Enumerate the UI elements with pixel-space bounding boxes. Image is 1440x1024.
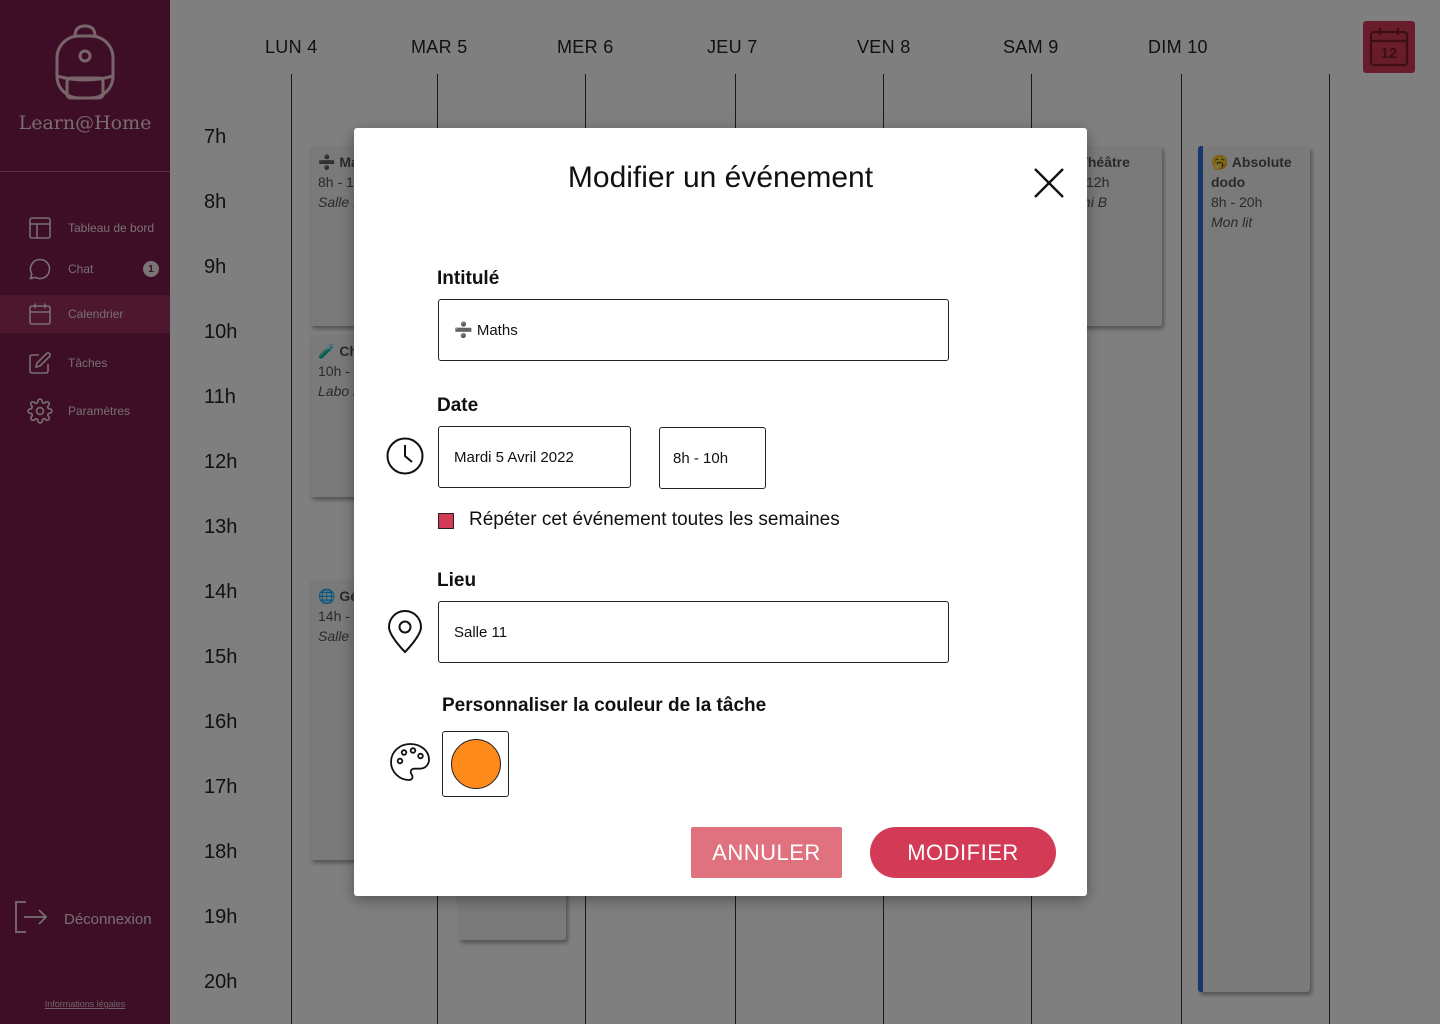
close-button[interactable] bbox=[1032, 166, 1066, 200]
place-input[interactable]: Salle 11 bbox=[438, 601, 949, 663]
repeat-label[interactable]: Répéter cet événement toutes les semaine… bbox=[469, 509, 840, 531]
repeat-checkbox[interactable] bbox=[438, 513, 454, 529]
title-label: Intitulé bbox=[437, 268, 500, 289]
cancel-button[interactable]: ANNULER bbox=[691, 827, 842, 878]
place-label: Lieu bbox=[437, 570, 477, 591]
location-pin-icon bbox=[386, 610, 424, 659]
clock-icon bbox=[385, 436, 425, 481]
submit-button[interactable]: MODIFIER bbox=[870, 827, 1056, 878]
date-label: Date bbox=[437, 395, 479, 416]
color-picker-button[interactable] bbox=[442, 731, 509, 797]
time-input[interactable]: 8h - 10h bbox=[659, 427, 766, 489]
color-label: Personnaliser la couleur de la tâche bbox=[442, 695, 767, 716]
edit-event-dialog: Modifier un événement Intitulé ➗ Maths D… bbox=[354, 128, 1087, 896]
date-input[interactable]: Mardi 5 Avril 2022 bbox=[438, 426, 631, 488]
dialog-title: Modifier un événement bbox=[567, 161, 874, 194]
palette-icon bbox=[389, 741, 431, 788]
close-icon bbox=[1034, 168, 1064, 198]
selected-color-swatch bbox=[450, 739, 501, 789]
title-input[interactable]: ➗ Maths bbox=[438, 299, 949, 361]
